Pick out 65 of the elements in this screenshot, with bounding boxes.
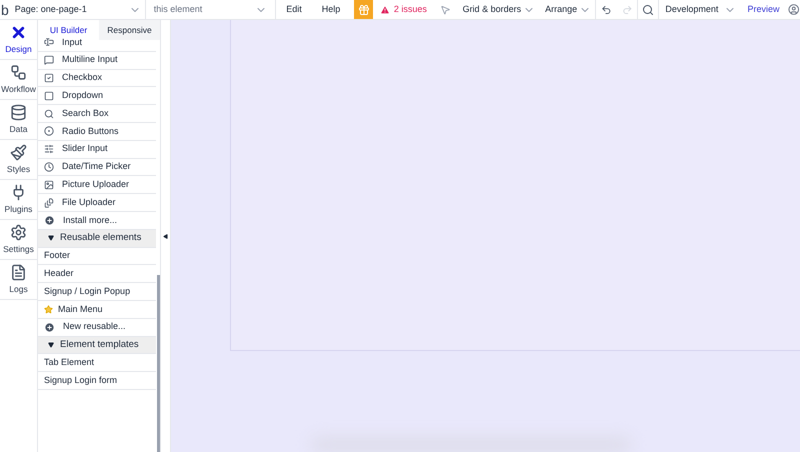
nav-item[interactable]: Settings (0, 220, 37, 260)
panel-tab[interactable]: Responsive (99, 20, 160, 40)
element-item[interactable]: Header (38, 265, 156, 284)
element-item[interactable]: Dropdown (38, 87, 156, 106)
logo[interactable]: b (0, 2, 11, 16)
arrange-dropdown[interactable]: Arrange (541, 0, 596, 19)
nav-item[interactable]: Design (0, 20, 37, 60)
avatar-icon[interactable] (788, 3, 800, 16)
search-icon[interactable] (642, 4, 654, 16)
section-header[interactable]: Element templates (38, 336, 156, 354)
element-item[interactable]: Footer (38, 248, 156, 266)
gift-icon (358, 4, 370, 16)
file-icon (44, 198, 54, 208)
section-header[interactable]: Reusable elements (38, 230, 156, 248)
nav-item[interactable]: Workflow (0, 60, 37, 100)
slider-icon (44, 144, 54, 154)
element-item[interactable]: Search Box (38, 105, 156, 123)
element-item[interactable]: Tab Element (38, 354, 156, 372)
undo-icon[interactable] (601, 4, 612, 16)
element-dropdown[interactable]: this element (146, 0, 276, 19)
element-item[interactable]: Multiline Input (38, 52, 156, 70)
dropdown-icon (44, 90, 54, 101)
nav-item[interactable]: Styles (0, 140, 37, 180)
pointer-icon[interactable] (440, 4, 451, 16)
element-item[interactable]: Input (38, 34, 156, 52)
collapse-icon[interactable] (163, 234, 168, 238)
grid-dropdown[interactable]: Grid & borders (456, 0, 542, 19)
menu-item[interactable]: Edit (276, 0, 312, 19)
caret-icon (48, 235, 54, 242)
element-item[interactable]: Date/Time Picker (38, 158, 156, 176)
nav-item[interactable]: Data (0, 100, 37, 140)
issues-button[interactable]: 2 issues (372, 0, 434, 19)
caret-icon (48, 342, 54, 348)
cross-icon (10, 24, 27, 41)
checkbox-icon (44, 72, 54, 83)
element-item[interactable]: Checkbox (38, 70, 156, 88)
element-item[interactable]: File Uploader (38, 194, 156, 212)
multiline-icon (44, 55, 54, 66)
settings-icon (10, 224, 27, 241)
element-item[interactable]: Radio Buttons (38, 122, 156, 141)
element-item[interactable]: Picture Uploader (38, 176, 156, 194)
star-icon (44, 304, 53, 314)
element-item[interactable]: Signup / Login Popup (38, 283, 156, 301)
environment-dropdown[interactable]: Development (658, 0, 742, 19)
picture-icon (44, 180, 54, 190)
nav-item[interactable]: Logs (0, 260, 37, 300)
element-item[interactable]: Main Menu (38, 300, 156, 319)
plus-icon (44, 214, 55, 226)
scrollbar[interactable] (157, 275, 160, 452)
preview-link[interactable]: Preview (742, 0, 784, 19)
element-item[interactable]: Slider Input (38, 140, 156, 159)
radio-icon (44, 126, 54, 136)
element-item[interactable]: Signup Login form (38, 372, 156, 390)
brush-icon (10, 144, 27, 161)
database-icon (10, 104, 27, 121)
input-icon (44, 37, 54, 48)
nav-item[interactable]: Plugins (0, 180, 37, 220)
clock-icon (44, 162, 54, 172)
search-icon (44, 108, 54, 119)
menu-item[interactable]: Help (312, 0, 350, 19)
document-icon (10, 264, 27, 281)
page-dropdown[interactable]: Page: one-page-1 (10, 0, 146, 19)
hierarchy-icon (10, 64, 27, 81)
warning-icon (380, 4, 390, 14)
plus-icon (44, 322, 55, 333)
